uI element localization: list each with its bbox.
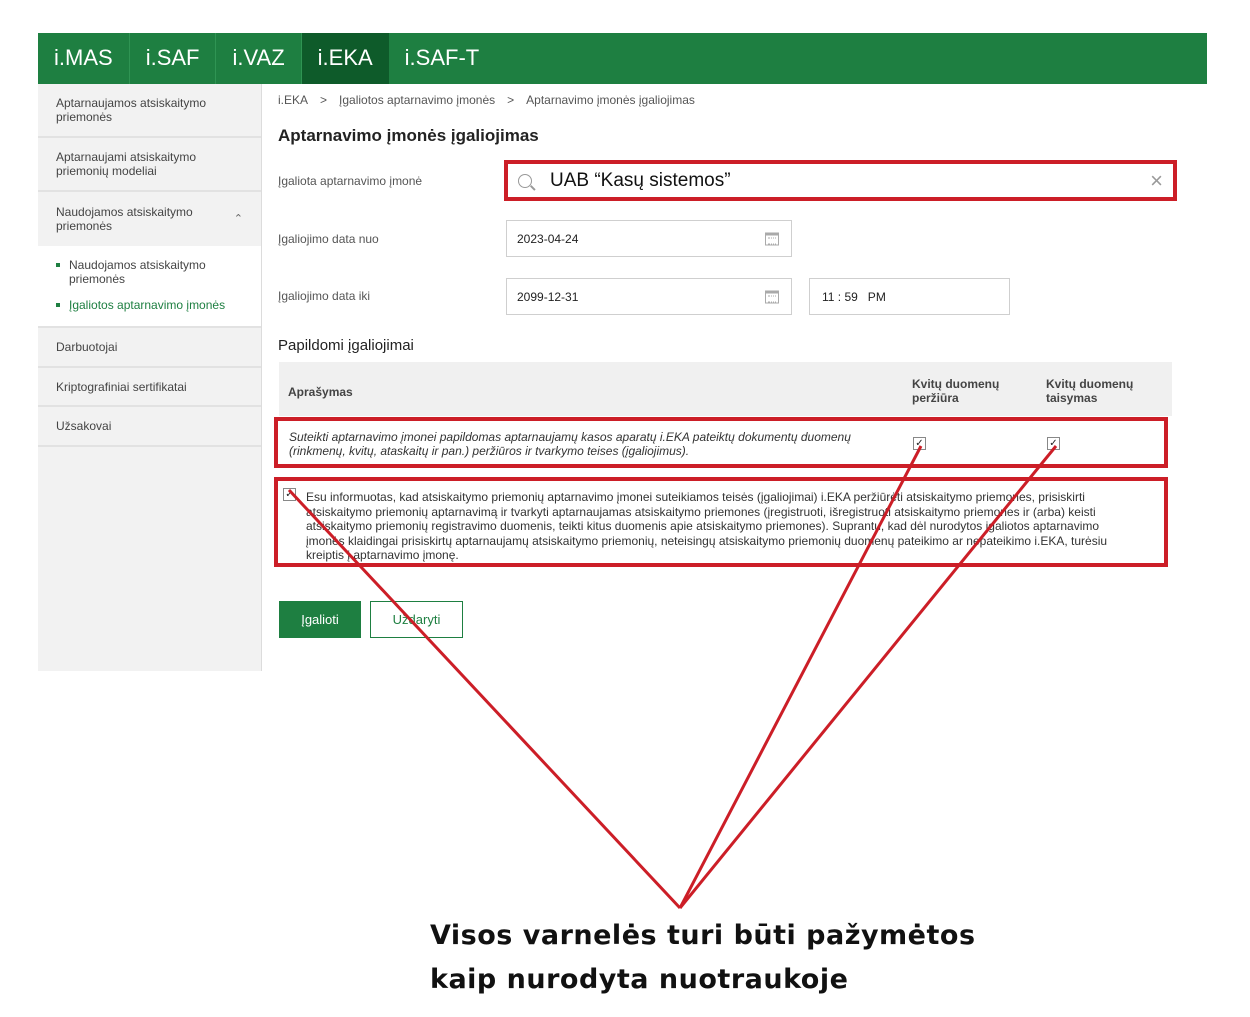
- date-from-value: 2023-04-24: [517, 231, 579, 246]
- date-to-field[interactable]: 2099-12-31: [506, 278, 792, 315]
- additional-permissions-title: Papildomi įgaliojimai: [278, 337, 414, 354]
- sidebar-item-label: Aptarnaujami atsiskaitymo priemonių mode…: [56, 150, 197, 178]
- column-header-description: Aprašymas: [288, 385, 353, 399]
- caption-line-1: Visos varnelės turi būti pažymėtos: [430, 920, 976, 951]
- breadcrumb-separator: >: [507, 93, 515, 107]
- tab-isaf[interactable]: i.SAF: [130, 33, 217, 84]
- tab-ivaz[interactable]: i.VAZ: [216, 33, 302, 84]
- sidebar-item-employees[interactable]: Darbuotojai: [38, 328, 261, 368]
- sidebar: Aptarnaujamos atsiskaitymo priemonės Apt…: [38, 84, 262, 671]
- tab-imas[interactable]: i.MAS: [38, 33, 130, 84]
- sidebar-subitem-label: Naudojamos atsiskaitymo priemonės: [69, 258, 206, 286]
- sidebar-subitem-used-payment-means[interactable]: Naudojamos atsiskaitymo priemonės: [56, 258, 243, 286]
- calendar-icon[interactable]: [765, 290, 779, 303]
- close-icon[interactable]: ×: [1150, 168, 1163, 194]
- top-navigation: i.MAS i.SAF i.VAZ i.EKA i.SAF-T: [38, 33, 1207, 84]
- close-button[interactable]: Uždaryti: [370, 601, 463, 638]
- consent-text: Esu informuotas, kad atsiskaitymo priemo…: [306, 490, 1108, 562]
- column-header-view: Kvitų duomenų peržiūra: [912, 377, 1000, 405]
- permissions-row: Suteikti aptarnavimo įmonei papildomas a…: [274, 417, 1168, 468]
- company-value: UAB “Kasų sistemos”: [550, 169, 731, 191]
- breadcrumb-separator: >: [320, 93, 328, 107]
- chevron-up-icon: ⌃: [233, 213, 243, 225]
- time-field[interactable]: 11 : 59 PM: [809, 278, 1010, 315]
- annotation-caption: Visos varnelės turi būti pažymėtos kaip …: [430, 914, 976, 1002]
- time-value: 11 : 59 PM: [822, 289, 886, 304]
- sidebar-item-label: Darbuotojai: [56, 340, 118, 354]
- sidebar-item-certificates[interactable]: Kriptografiniai sertifikatai: [38, 368, 261, 407]
- sidebar-subitem-label: Įgaliotos aptarnavimo įmonės: [69, 298, 226, 312]
- view-permission-checkbox[interactable]: ✓: [913, 437, 926, 450]
- sidebar-subitem-authorized-companies[interactable]: Įgaliotos aptarnavimo įmonės: [56, 298, 243, 312]
- page-title: Aptarnavimo įmonės įgaliojimas: [278, 126, 539, 145]
- company-label: Įgaliota aptarnavimo įmonė: [278, 174, 423, 188]
- bullet-icon: [56, 303, 60, 307]
- sidebar-submenu: Naudojamos atsiskaitymo priemonės Įgalio…: [38, 246, 261, 328]
- date-to-label: Įgaliojimo data iki: [278, 289, 371, 303]
- date-to-value: 2099-12-31: [517, 289, 579, 304]
- sidebar-item-used-payment-means[interactable]: Naudojamos atsiskaitymo priemonės ⌃: [38, 192, 261, 246]
- edit-permission-checkbox[interactable]: ✓: [1047, 437, 1060, 450]
- bullet-icon: [56, 263, 60, 267]
- sidebar-item-label: Užsakovai: [56, 419, 112, 433]
- sidebar-item-served-payment-means[interactable]: Aptarnaujamos atsiskaitymo priemonės: [38, 84, 261, 138]
- date-from-field[interactable]: 2023-04-24: [506, 220, 792, 257]
- date-from-label: Įgaliojimo data nuo: [278, 232, 379, 246]
- sidebar-item-label: Aptarnaujamos atsiskaitymo priemonės: [56, 96, 207, 124]
- breadcrumb-item-current: Aptarnavimo įmonės įgaliojimas: [526, 93, 695, 107]
- tab-isaft[interactable]: i.SAF-T: [389, 33, 496, 84]
- authorize-button[interactable]: Įgalioti: [279, 601, 361, 638]
- sidebar-item-label: Naudojamos atsiskaitymo priemonės: [56, 205, 193, 233]
- column-header-edit: Kvitų duomenų taisymas: [1046, 377, 1134, 405]
- sidebar-item-clients[interactable]: Užsakovai: [38, 407, 261, 447]
- breadcrumb-item-authorized-companies[interactable]: Įgaliotos aptarnavimo įmonės: [339, 93, 495, 107]
- calendar-icon[interactable]: [765, 232, 779, 245]
- breadcrumb: i.EKA > Įgaliotos aptarnavimo įmonės > A…: [278, 93, 695, 107]
- sidebar-item-label: Kriptografiniai sertifikatai: [56, 379, 187, 394]
- consent-row: ✓ Esu informuotas, kad atsiskaitymo prie…: [274, 477, 1168, 567]
- consent-checkbox[interactable]: ✓: [283, 488, 296, 501]
- breadcrumb-item-ieka[interactable]: i.EKA: [278, 93, 308, 107]
- permissions-table-header: Aprašymas Kvitų duomenų peržiūra Kvitų d…: [279, 362, 1172, 416]
- tab-ieka[interactable]: i.EKA: [301, 33, 389, 84]
- search-icon: [518, 173, 532, 188]
- company-search-field[interactable]: UAB “Kasų sistemos” ×: [504, 160, 1177, 201]
- caption-line-2: kaip nurodyta nuotraukoje: [430, 964, 849, 995]
- permission-description: Suteikti aptarnavimo įmonei papildomas a…: [289, 430, 851, 458]
- sidebar-item-served-models[interactable]: Aptarnaujami atsiskaitymo priemonių mode…: [38, 138, 261, 192]
